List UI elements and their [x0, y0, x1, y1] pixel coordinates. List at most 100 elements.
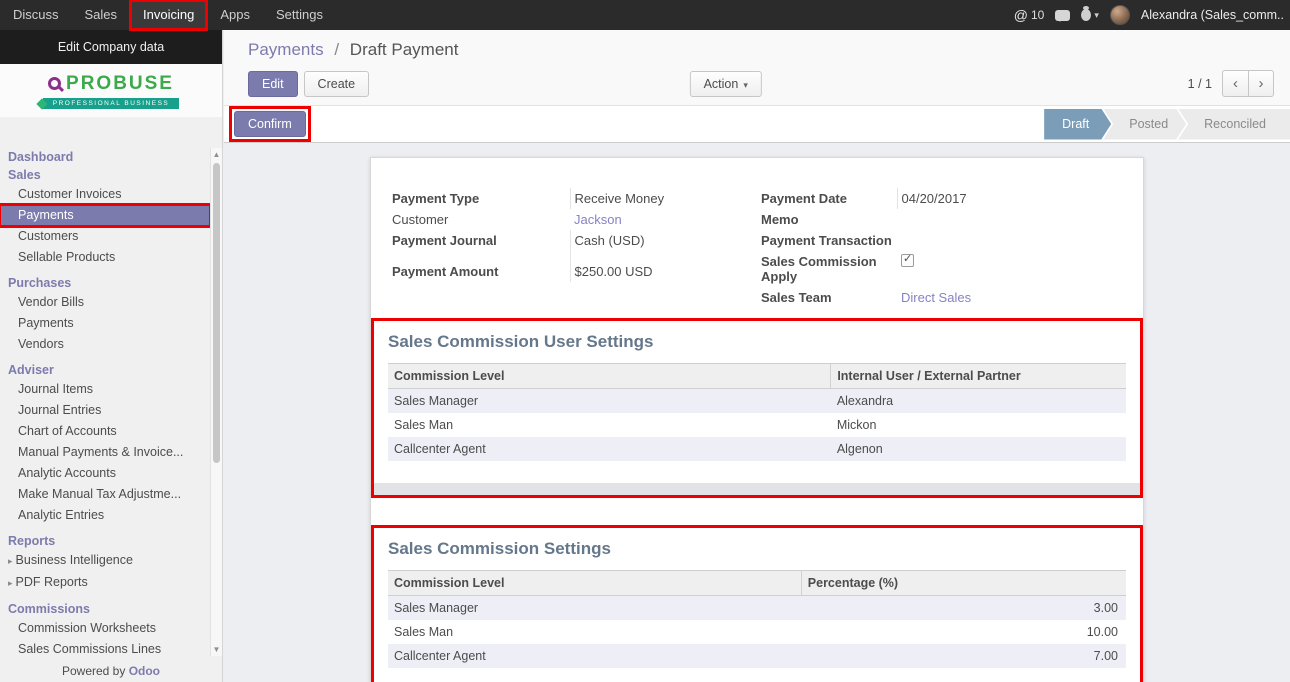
sidebar-section-purchases[interactable]: Purchases — [0, 274, 210, 292]
check-icon: ✓ — [903, 252, 912, 265]
sidebar-nav: Dashboard Sales Customer Invoices Paymen… — [0, 148, 210, 656]
scroll-up-button[interactable]: ▲ — [211, 148, 222, 161]
form-left-group: Payment Type Receive Money Customer Jack… — [388, 188, 757, 282]
pager: ‹ › — [1222, 70, 1274, 97]
edit-button[interactable]: Edit — [248, 71, 298, 97]
sidebar-item-journal-items[interactable]: Journal Items — [0, 379, 210, 400]
pager-next-button[interactable]: › — [1248, 70, 1274, 97]
column-header-percentage: Percentage (%) — [801, 571, 1126, 596]
payment-transaction-value — [897, 230, 1126, 251]
pager-previous-button[interactable]: ‹ — [1222, 70, 1248, 97]
topbar-right: @ 10 ▾ Alexandra (Sales_comm.. — [1014, 0, 1290, 30]
sidebar-item-analytic-entries[interactable]: Analytic Entries — [0, 505, 210, 526]
breadcrumb-separator: / — [334, 40, 339, 59]
statusbar-state-reconciled[interactable]: Reconciled — [1178, 109, 1290, 140]
table-row[interactable]: Callcenter Agent Algenon — [388, 437, 1126, 461]
field-customer: Customer Jackson — [388, 209, 757, 230]
sidebar-item-dashboard[interactable]: Dashboard — [0, 148, 210, 166]
statusbar-state-posted[interactable]: Posted — [1103, 109, 1186, 140]
field-payment-transaction: Payment Transaction — [757, 230, 1126, 251]
menu-invoicing[interactable]: Invoicing — [130, 0, 207, 30]
menu-settings[interactable]: Settings — [263, 0, 336, 30]
scroll-down-button[interactable]: ▼ — [211, 643, 222, 656]
content-area: Payment Type Receive Money Customer Jack… — [224, 143, 1290, 682]
sidebar-item-vendor-payments[interactable]: Payments — [0, 313, 210, 334]
confirm-annotation-box: Confirm — [229, 106, 311, 142]
sidebar-item-make-manual-tax-adjustment[interactable]: Make Manual Tax Adjustme... — [0, 484, 210, 505]
caret-down-icon: ▾ — [1094, 10, 1099, 21]
sidebar-item-vendor-bills[interactable]: Vendor Bills — [0, 292, 210, 313]
table-row[interactable]: Sales Man Mickon — [388, 413, 1126, 437]
sidebar-item-customer-invoices[interactable]: Customer Invoices — [0, 184, 210, 205]
caret-down-icon: ▾ — [743, 80, 748, 90]
payment-form: Payment Type Receive Money Customer Jack… — [388, 188, 1126, 308]
mention-counter[interactable]: @ 10 — [1014, 7, 1045, 23]
user-menu[interactable]: Alexandra (Sales_comm.. — [1141, 8, 1284, 22]
confirm-button[interactable]: Confirm — [234, 111, 306, 137]
sidebar-item-sales-commissions-lines[interactable]: Sales Commissions Lines — [0, 639, 210, 656]
mention-count: 10 — [1031, 8, 1044, 22]
field-sales-team: Sales Team Direct Sales — [757, 287, 1126, 308]
sidebar-section-sales[interactable]: Sales — [0, 166, 210, 184]
sidebar-item-pdf-reports[interactable]: ▸PDF Reports — [0, 572, 210, 594]
field-memo: Memo — [757, 209, 1126, 230]
sidebar-section-commissions[interactable]: Commissions — [0, 600, 210, 618]
field-payment-date: Payment Date 04/20/2017 — [757, 188, 1126, 209]
bug-icon — [1081, 9, 1091, 21]
expand-arrow-icon: ▸ — [8, 556, 13, 566]
field-payment-journal: Payment Journal Cash (USD) — [388, 230, 757, 251]
payment-date-value: 04/20/2017 — [897, 188, 1126, 209]
sidebar-item-commission-worksheets[interactable]: Commission Worksheets — [0, 618, 210, 639]
field-label: Sales Team — [757, 287, 897, 308]
at-icon: @ — [1014, 7, 1028, 23]
list-footer-area — [374, 483, 1140, 495]
field-payment-type: Payment Type Receive Money — [388, 188, 757, 209]
sales-commission-apply-checkbox[interactable]: ✓ — [901, 254, 914, 267]
sales-team-link[interactable]: Direct Sales — [901, 290, 971, 305]
user-settings-table: Commission Level Internal User / Externa… — [388, 363, 1126, 483]
sidebar-item-manual-payments-invoice[interactable]: Manual Payments & Invoice... — [0, 442, 210, 463]
magnifier-icon — [48, 77, 61, 90]
sidebar-item-chart-of-accounts[interactable]: Chart of Accounts — [0, 421, 210, 442]
sidebar-section-adviser[interactable]: Adviser — [0, 361, 210, 379]
form-right-group: Payment Date 04/20/2017 Memo Payment Tra… — [757, 188, 1126, 308]
sidebar-item-analytic-accounts[interactable]: Analytic Accounts — [0, 463, 210, 484]
table-row[interactable]: Sales Man 10.00 — [388, 620, 1126, 644]
user-avatar — [1110, 5, 1130, 25]
control-panel: Payments / Draft Payment Edit Create Act… — [224, 30, 1290, 106]
odoo-link[interactable]: Odoo — [129, 664, 160, 678]
sales-commission-settings-section: Sales Commission Settings Commission Lev… — [371, 525, 1143, 682]
scrollbar-thumb[interactable] — [213, 163, 220, 463]
sidebar-section-reports[interactable]: Reports — [0, 532, 210, 550]
field-label: Sales Commission Apply — [757, 251, 897, 287]
sidebar-item-business-intelligence[interactable]: ▸Business Intelligence — [0, 550, 210, 572]
action-dropdown[interactable]: Action▾ — [690, 71, 762, 97]
statusbar-state-draft[interactable]: Draft — [1044, 109, 1111, 140]
chat-icon[interactable] — [1055, 10, 1070, 21]
table-row[interactable]: Sales Manager 3.00 — [388, 596, 1126, 621]
menu-apps[interactable]: Apps — [207, 0, 263, 30]
logo-subtext: PROFESSIONAL BUSINESS — [43, 98, 180, 109]
sidebar-item-customers[interactable]: Customers — [0, 226, 210, 247]
sidebar-item-sellable-products[interactable]: Sellable Products — [0, 247, 210, 268]
customer-link[interactable]: Jackson — [574, 212, 622, 227]
breadcrumb-payments[interactable]: Payments — [248, 40, 324, 59]
menu-sales[interactable]: Sales — [72, 0, 131, 30]
commission-settings-table: Commission Level Percentage (%) Sales Ma… — [388, 570, 1126, 668]
table-row[interactable]: Sales Manager Alexandra — [388, 389, 1126, 414]
sidebar-item-journal-entries[interactable]: Journal Entries — [0, 400, 210, 421]
debug-menu[interactable]: ▾ — [1081, 9, 1099, 21]
form-sheet: Payment Type Receive Money Customer Jack… — [370, 157, 1144, 682]
sidebar-item-payments[interactable]: Payments — [0, 205, 210, 226]
sidebar-item-vendors[interactable]: Vendors — [0, 334, 210, 355]
edit-company-data-button[interactable]: Edit Company data — [0, 30, 222, 64]
field-label: Payment Amount — [388, 251, 570, 282]
menu-discuss[interactable]: Discuss — [0, 0, 72, 30]
table-row[interactable]: Callcenter Agent 7.00 — [388, 644, 1126, 668]
create-button[interactable]: Create — [304, 71, 370, 97]
sidebar: Edit Company data PROBUSE PROFESSIONAL B… — [0, 30, 223, 682]
table-header-row: Commission Level Percentage (%) — [388, 571, 1126, 596]
status-row: Confirm Draft Posted Reconciled — [224, 106, 1290, 143]
statusbar: Draft Posted Reconciled — [1044, 109, 1290, 140]
column-header-internal-user: Internal User / External Partner — [831, 364, 1126, 389]
